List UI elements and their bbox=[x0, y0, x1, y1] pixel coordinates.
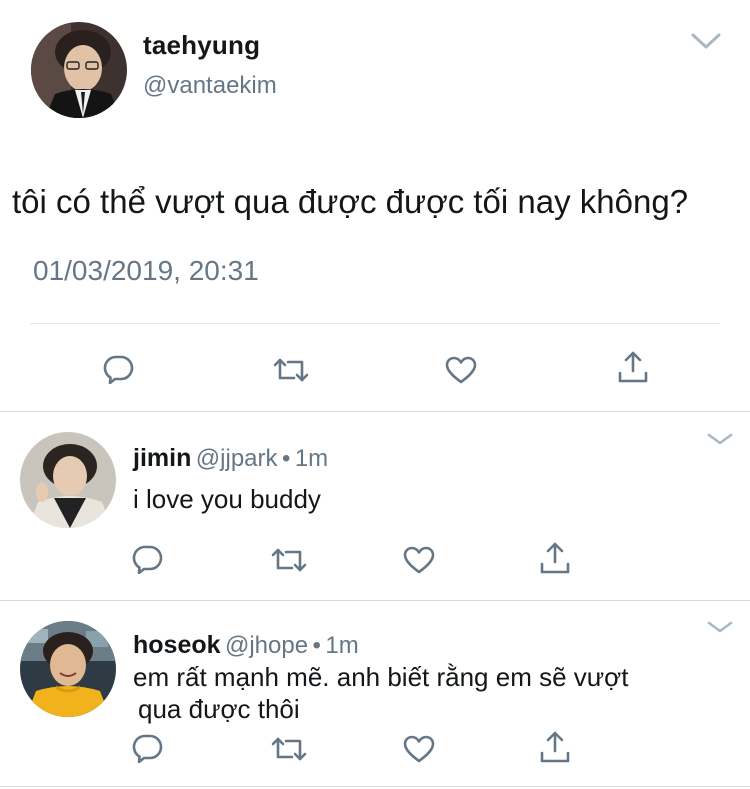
reply-icon[interactable] bbox=[131, 733, 163, 763]
tweet-timestamp[interactable]: 01/03/2019, 20:31 bbox=[33, 255, 259, 287]
share-icon[interactable] bbox=[616, 349, 650, 385]
author-handle[interactable]: @jjpark bbox=[196, 445, 278, 472]
retweet-icon[interactable] bbox=[270, 546, 308, 574]
tweet-divider bbox=[0, 786, 750, 787]
author-name[interactable]: taehyung bbox=[143, 30, 260, 61]
like-icon[interactable] bbox=[402, 734, 436, 764]
like-icon[interactable] bbox=[444, 355, 478, 385]
tweet-divider bbox=[0, 411, 750, 412]
chevron-down-icon[interactable] bbox=[706, 432, 734, 446]
share-icon[interactable] bbox=[538, 540, 572, 576]
reply-time[interactable]: 1m bbox=[325, 632, 358, 659]
retweet-icon[interactable] bbox=[270, 735, 308, 763]
meta-separator: • bbox=[312, 632, 321, 659]
separator bbox=[30, 323, 720, 324]
tweet-text: tôi có thể vượt qua được được tối nay kh… bbox=[12, 183, 689, 220]
tweet-divider bbox=[0, 600, 750, 601]
meta-separator: • bbox=[281, 445, 291, 472]
reply-text-line-2: qua được thôi bbox=[138, 694, 300, 724]
reply-text: i love you buddy bbox=[133, 484, 321, 514]
author-handle[interactable]: @vantaekim bbox=[143, 72, 277, 100]
reply-header: hoseok @jhope • 1m bbox=[133, 631, 359, 660]
avatar[interactable] bbox=[20, 432, 116, 528]
reply-time[interactable]: 1m bbox=[295, 445, 328, 472]
like-icon[interactable] bbox=[402, 545, 436, 575]
reply-icon[interactable] bbox=[131, 544, 163, 574]
chevron-down-icon[interactable] bbox=[690, 32, 722, 50]
reply-text-line-1: em rất mạnh mẽ. anh biết rằng em sẽ vượt bbox=[133, 662, 629, 692]
author-name[interactable]: jimin bbox=[133, 444, 191, 472]
avatar[interactable] bbox=[31, 22, 127, 118]
share-icon[interactable] bbox=[538, 729, 572, 765]
chevron-down-icon[interactable] bbox=[706, 620, 734, 634]
reply-icon[interactable] bbox=[102, 354, 134, 384]
retweet-icon[interactable] bbox=[272, 356, 310, 384]
avatar[interactable] bbox=[20, 621, 116, 717]
reply-header: jimin @jjpark • 1m bbox=[133, 444, 328, 473]
author-handle[interactable]: @jhope bbox=[225, 632, 308, 659]
author-name[interactable]: hoseok bbox=[133, 631, 221, 659]
